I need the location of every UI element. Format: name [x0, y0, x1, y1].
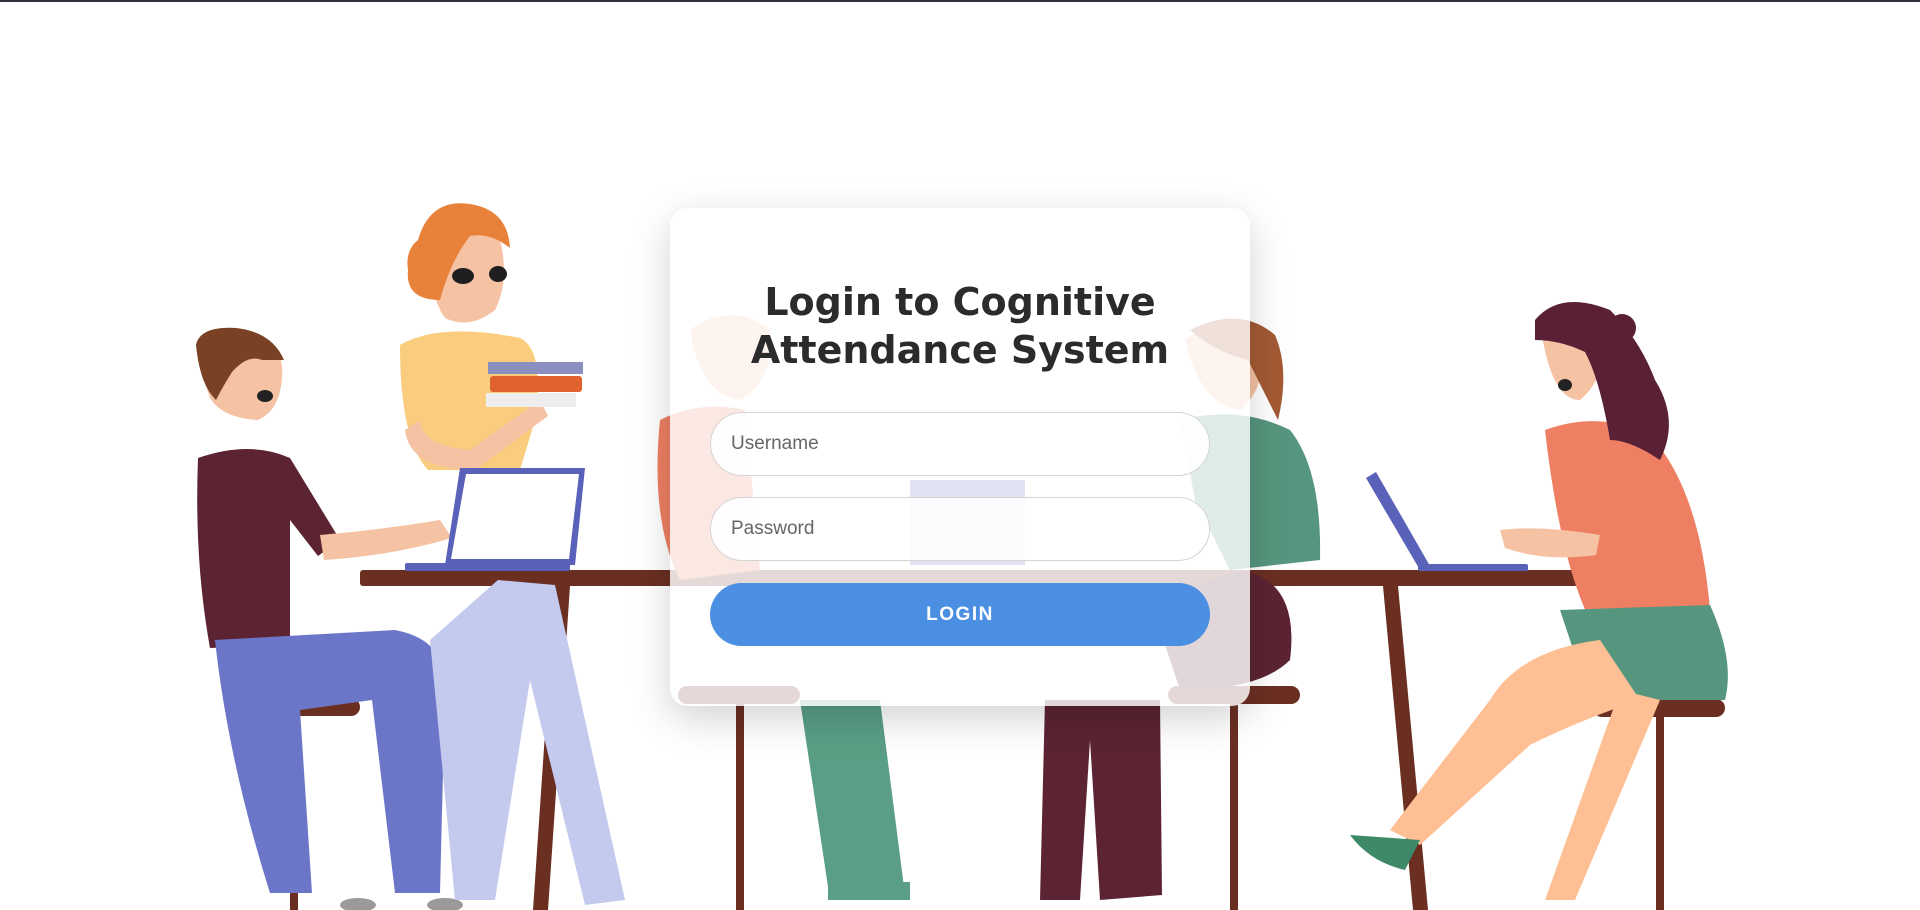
login-card: Login to Cognitive Attendance System LOG… [670, 208, 1250, 706]
username-input[interactable] [710, 412, 1210, 476]
login-title: Login to Cognitive Attendance System [750, 280, 1170, 372]
password-input[interactable] [710, 497, 1210, 561]
person-woman-right [1350, 302, 1728, 900]
login-button[interactable]: LOGIN [710, 583, 1210, 646]
laptop-3 [1366, 472, 1528, 571]
laptop-1 [405, 468, 585, 571]
